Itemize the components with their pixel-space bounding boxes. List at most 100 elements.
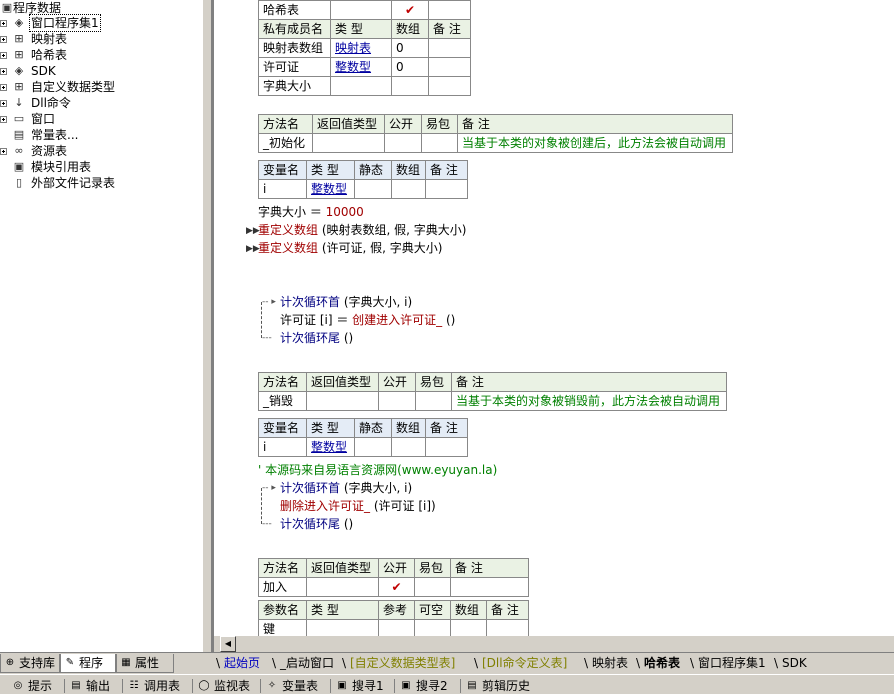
table-cell[interactable] [421, 133, 458, 153]
table-row[interactable]: _初始化 当基于本类的对象被创建后，此方法会被自动调用 [258, 133, 733, 153]
code-line[interactable]: 重定义数组 (映射表数组, 假, 字典大小) [258, 221, 466, 239]
table-cell[interactable] [378, 391, 416, 411]
tab-watch[interactable]: ◯ 监视表 [192, 677, 250, 695]
table-row[interactable]: 许可证 整数型 0 [258, 57, 471, 77]
table-cell[interactable] [391, 76, 429, 96]
table-cell[interactable]: 映射表数组 [258, 38, 331, 58]
tab-dll-commands[interactable]: [Dll命令定义表] [474, 654, 567, 673]
table-cell[interactable] [391, 437, 426, 457]
table-cell[interactable] [486, 619, 529, 636]
table-cell[interactable]: i [258, 437, 307, 457]
table-cell[interactable] [354, 437, 392, 457]
code-line[interactable]: 重定义数组 (许可证, 假, 字典大小) [258, 239, 442, 257]
scroll-left-button[interactable]: ◀ [220, 636, 236, 652]
check-icon[interactable]: ✔ [378, 577, 415, 597]
panel-splitter[interactable] [202, 0, 212, 652]
table-cell[interactable] [312, 133, 385, 153]
tab-program[interactable]: ✎ 程序 [60, 654, 116, 673]
expand-toggle[interactable] [0, 148, 7, 155]
table-cell[interactable] [414, 577, 451, 597]
tab-clipboard-history[interactable]: ▤ 剪辑历史 [460, 677, 530, 695]
table-cell[interactable] [450, 577, 529, 597]
horizontal-scrollbar[interactable]: ◀ [214, 636, 894, 652]
method-name[interactable]: _初始化 [258, 133, 313, 153]
tab-search-2[interactable]: ▣ 搜寻2 [394, 677, 448, 695]
table-row[interactable]: i 整数型 [258, 437, 468, 457]
code-editor[interactable]: 哈希表 ✔ 私有成员名 类 型 数组 备 注 映射表数组 映射表 0 许可证 整… [214, 0, 894, 636]
table-cell[interactable] [428, 76, 471, 96]
code-line[interactable]: 计次循环首 (字典大小, i) [280, 479, 412, 497]
table-cell[interactable]: 字典大小 [258, 76, 331, 96]
tab-hash-table[interactable]: 哈希表 [636, 654, 680, 673]
tab-mapping-table[interactable]: 映射表 [584, 654, 628, 673]
code-comment[interactable]: ' 本源码来自易语言资源网(www.eyuyan.la) [258, 461, 497, 479]
class-row[interactable]: 哈希表 ✔ [258, 0, 471, 20]
table-cell[interactable] [450, 619, 487, 636]
code-line[interactable]: 字典大小 ＝ 10000 [258, 203, 364, 221]
table-row[interactable]: i 整数型 [258, 179, 468, 199]
table-cell[interactable]: 哈希表 [258, 0, 331, 20]
table-cell[interactable] [306, 577, 379, 597]
table-row[interactable]: 键 [258, 619, 529, 636]
tab-start-page[interactable]: 起始页 [216, 654, 260, 673]
method-comment[interactable]: 当基于本类的对象被创建后，此方法会被自动调用 [457, 133, 733, 153]
expand-toggle[interactable] [0, 36, 7, 43]
tab-custom-data-types[interactable]: [自定义数据类型表] [342, 654, 455, 673]
expand-toggle[interactable] [0, 20, 7, 27]
table-cell[interactable] [425, 179, 468, 199]
expand-toggle[interactable] [0, 84, 7, 91]
type-link[interactable]: 整数型 [330, 57, 392, 77]
table-cell[interactable] [330, 76, 392, 96]
type-link[interactable]: 整数型 [306, 437, 355, 457]
tab-search-1[interactable]: ▣ 搜寻1 [330, 677, 384, 695]
code-line[interactable]: 计次循环首 (字典大小, i) [280, 293, 412, 311]
table-cell[interactable] [378, 619, 415, 636]
table-row[interactable]: 加入 ✔ [258, 577, 529, 597]
expand-toggle[interactable] [0, 52, 7, 59]
tab-variables[interactable]: ✧ 变量表 [260, 677, 318, 695]
tab-sdk[interactable]: SDK [774, 654, 807, 673]
table-row[interactable]: _销毁 当基于本类的对象被销毁前，此方法会被自动调用 [258, 391, 727, 411]
program-tree[interactable]: ▣ 程序数据 ◈ 窗口程序集1 ⊞ 映射表 ⊞ 哈希表 ◈ SDK ⊞ 自定义数… [0, 0, 202, 652]
code-line[interactable]: 许可证 [i] ＝ 创建进入许可证_ () [280, 311, 455, 329]
table-cell[interactable] [384, 133, 422, 153]
tab-hint[interactable]: ◎ 提示 [12, 677, 52, 695]
table-cell[interactable]: i [258, 179, 307, 199]
code-line[interactable]: 计次循环尾 () [280, 329, 353, 347]
tab-support-library[interactable]: ⊕ 支持库 [0, 654, 60, 673]
table-cell[interactable] [425, 437, 468, 457]
table-cell[interactable] [354, 179, 392, 199]
expand-toggle[interactable] [0, 116, 7, 123]
method-name[interactable]: 加入 [258, 577, 307, 597]
table-cell[interactable] [414, 619, 451, 636]
table-cell[interactable]: 0 [391, 38, 429, 58]
type-link[interactable]: 整数型 [306, 179, 355, 199]
table-row[interactable]: 字典大小 [258, 76, 471, 96]
tab-startup-window[interactable]: _启动窗口 [272, 654, 334, 673]
table-cell[interactable] [306, 619, 379, 636]
table-cell[interactable] [428, 57, 471, 77]
type-link[interactable]: 映射表 [330, 38, 392, 58]
code-line[interactable]: 计次循环尾 () [280, 515, 353, 533]
tab-output[interactable]: ▤ 输出 [64, 677, 110, 695]
table-cell[interactable] [415, 391, 452, 411]
table-cell[interactable] [428, 0, 471, 20]
expand-toggle[interactable] [0, 100, 7, 107]
expand-toggle[interactable] [0, 68, 7, 75]
method-comment[interactable]: 当基于本类的对象被销毁前，此方法会被自动调用 [451, 391, 727, 411]
check-icon[interactable]: ✔ [391, 0, 429, 20]
table-row[interactable]: 映射表数组 映射表 0 [258, 38, 471, 58]
table-cell[interactable]: 许可证 [258, 57, 331, 77]
tab-window-assembly[interactable]: 窗口程序集1 [690, 654, 766, 673]
table-cell[interactable] [330, 0, 392, 20]
tab-call-table[interactable]: ☷ 调用表 [122, 677, 180, 695]
table-cell[interactable] [391, 179, 426, 199]
tree-item-label: 资源表 [31, 144, 68, 158]
table-cell[interactable]: 0 [391, 57, 429, 77]
table-cell[interactable] [306, 391, 379, 411]
tab-properties[interactable]: ▦ 属性 [116, 654, 174, 673]
table-cell[interactable]: 键 [258, 619, 307, 636]
method-name[interactable]: _销毁 [258, 391, 307, 411]
table-cell[interactable] [428, 38, 471, 58]
code-line[interactable]: 删除进入许可证_ (许可证 [i]) [280, 497, 436, 515]
